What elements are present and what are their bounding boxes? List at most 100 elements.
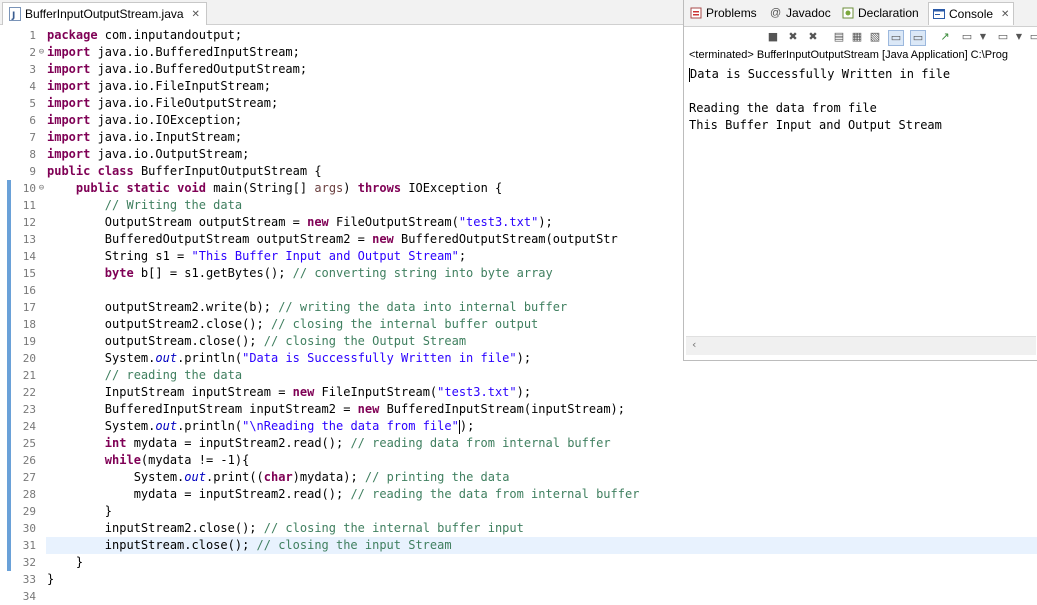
chevron-down-icon[interactable]: ▼	[976, 30, 990, 44]
line-number: 29	[22, 505, 36, 518]
declaration-icon	[842, 7, 854, 19]
code-text: public static void main(String[] args) t…	[75, 181, 503, 195]
code-line[interactable]: 28 mydata = inputStream2.read(); // read…	[0, 486, 1037, 503]
code-line[interactable]: 27 System.out.print((char)mydata); // pr…	[0, 469, 1037, 486]
code-line[interactable]: 25 int mydata = inputStream2.read(); // …	[0, 435, 1037, 452]
console-toolbar: ■ ✖ ✖ ▤ ▦ ▧ ▭ ▭ ↗ ▭ ▼ ▭ ▼ ▭	[684, 27, 1037, 49]
console-output-line: This Buffer Input and Output Stream	[689, 118, 942, 132]
line-number: 22	[22, 386, 36, 399]
code-line[interactable]: 26 while(mydata != -1){	[0, 452, 1037, 469]
line-number: 6	[29, 114, 36, 127]
line-number: 2	[29, 46, 36, 59]
line-number: 24	[22, 420, 36, 433]
editor-tab-bar: J BufferInputOutputStream.java ✕	[0, 0, 683, 25]
problems-icon	[690, 7, 702, 19]
code-line[interactable]: 22 InputStream inputStream = new FileInp…	[0, 384, 1037, 401]
horizontal-scrollbar[interactable]: ‹	[686, 336, 1036, 355]
code-text: public class BufferInputOutputStream {	[47, 164, 322, 178]
line-number: 23	[22, 403, 36, 416]
line-number: 10	[22, 182, 36, 195]
code-text: BufferedInputStream inputStream2 = new B…	[47, 402, 625, 416]
tab-console[interactable]: Console ✕	[928, 2, 1015, 25]
code-text: mydata = inputStream2.read(); // reading…	[47, 487, 640, 501]
view-tab-bar: Problems @ Javadoc Declaration Console ✕	[684, 0, 1037, 27]
code-text: }	[47, 555, 84, 569]
javadoc-icon: @	[770, 7, 782, 19]
minimize-icon[interactable]: ▭	[1028, 30, 1037, 44]
line-number: 32	[22, 556, 36, 569]
tab-label: Declaration	[858, 6, 919, 20]
code-text: package com.inputandoutput;	[47, 28, 243, 42]
line-number: 18	[22, 318, 36, 331]
close-icon[interactable]: ✕	[192, 9, 200, 20]
tab-label: Javadoc	[786, 6, 831, 20]
line-number: 25	[22, 437, 36, 450]
code-line[interactable]: 23 BufferedInputStream inputStream2 = ne…	[0, 401, 1037, 418]
code-text: outputStream.close(); // closing the Out…	[47, 334, 467, 348]
tab-javadoc[interactable]: @ Javadoc	[770, 4, 831, 22]
editor-tab[interactable]: J BufferInputOutputStream.java ✕	[2, 2, 207, 25]
code-text: System.out.print((char)mydata); // print…	[47, 470, 510, 484]
line-number: 3	[29, 63, 36, 76]
display-console-icon[interactable]: ▭	[960, 30, 974, 44]
tab-problems[interactable]: Problems	[690, 4, 757, 22]
clear-console-icon[interactable]: ▤	[832, 30, 846, 44]
show-on-stdout-icon[interactable]: ▭	[888, 30, 904, 46]
code-text: inputStream.close(); // closing the inpu…	[47, 538, 452, 552]
code-text: }	[47, 504, 113, 518]
code-text: System.out.println("Data is Successfully…	[47, 351, 532, 365]
tab-label: Problems	[706, 6, 757, 20]
pin-console-icon[interactable]: ↗	[938, 30, 952, 44]
code-text: import java.io.FileOutputStream;	[47, 96, 279, 110]
line-number: 5	[29, 97, 36, 110]
code-text: import java.io.OutputStream;	[47, 147, 250, 161]
line-number: 11	[22, 199, 36, 212]
tab-declaration[interactable]: Declaration	[842, 4, 919, 22]
code-text: // Writing the data	[104, 198, 243, 212]
line-number: 12	[22, 216, 36, 229]
chevron-left-icon[interactable]: ‹	[692, 338, 696, 351]
remove-launch-icon[interactable]: ✖	[786, 30, 800, 44]
terminate-icon[interactable]: ■	[766, 30, 780, 44]
line-number: 26	[22, 454, 36, 467]
code-text: int mydata = inputStream2.read(); // rea…	[104, 436, 611, 450]
word-wrap-icon[interactable]: ▧	[868, 30, 882, 44]
code-line[interactable]: 21 // reading the data	[0, 367, 1037, 384]
line-number: 17	[22, 301, 36, 314]
code-text: // reading the data	[104, 368, 243, 382]
code-line[interactable]: 33}	[0, 571, 1037, 588]
code-line[interactable]: 24 System.out.println("\nReading the dat…	[0, 418, 1037, 435]
show-on-stderr-icon[interactable]: ▭	[910, 30, 926, 46]
code-line[interactable]: 30 inputStream2.close(); // closing the …	[0, 520, 1037, 537]
console-panel: Problems @ Javadoc Declaration Console ✕…	[683, 0, 1037, 361]
code-text: import java.io.BufferedOutputStream;	[47, 62, 308, 76]
line-number: 15	[22, 267, 36, 280]
editor-tab-label: BufferInputOutputStream.java	[25, 7, 184, 21]
code-text: InputStream inputStream = new FileInputS…	[47, 385, 532, 399]
code-text: System.out.println("\nReading the data f…	[47, 419, 475, 434]
close-icon[interactable]: ✕	[1001, 9, 1009, 20]
line-number: 34	[22, 590, 36, 603]
code-text: String s1 = "This Buffer Input and Outpu…	[47, 249, 467, 263]
line-number-text: 31	[22, 539, 36, 552]
line-number: 19	[22, 335, 36, 348]
scroll-lock-icon[interactable]: ▦	[850, 30, 864, 44]
tab-label: Console	[949, 7, 994, 21]
line-number: 33	[22, 573, 36, 586]
line-number: 28	[22, 488, 36, 501]
code-line[interactable]: 31 inputStream.close(); // closing the i…	[46, 537, 1037, 554]
code-line[interactable]: 29 }	[0, 503, 1037, 520]
remove-all-terminated-icon[interactable]: ✖	[806, 30, 820, 44]
line-number: 21	[22, 369, 36, 382]
line-number: 30	[22, 522, 36, 535]
java-file-icon: J	[9, 7, 21, 21]
code-text: byte b[] = s1.getBytes(); // converting …	[104, 266, 553, 280]
code-text: while(mydata != -1){	[104, 453, 250, 467]
code-line[interactable]: 32 }	[0, 554, 1037, 571]
code-text: outputStream2.close(); // closing the in…	[47, 317, 539, 331]
chevron-down-icon[interactable]: ▼	[1012, 30, 1026, 44]
code-line[interactable]: 34	[0, 588, 1037, 605]
open-console-icon[interactable]: ▭	[996, 30, 1010, 44]
console-output-line: Reading the data from file	[689, 101, 877, 115]
line-number: 16	[22, 284, 36, 297]
